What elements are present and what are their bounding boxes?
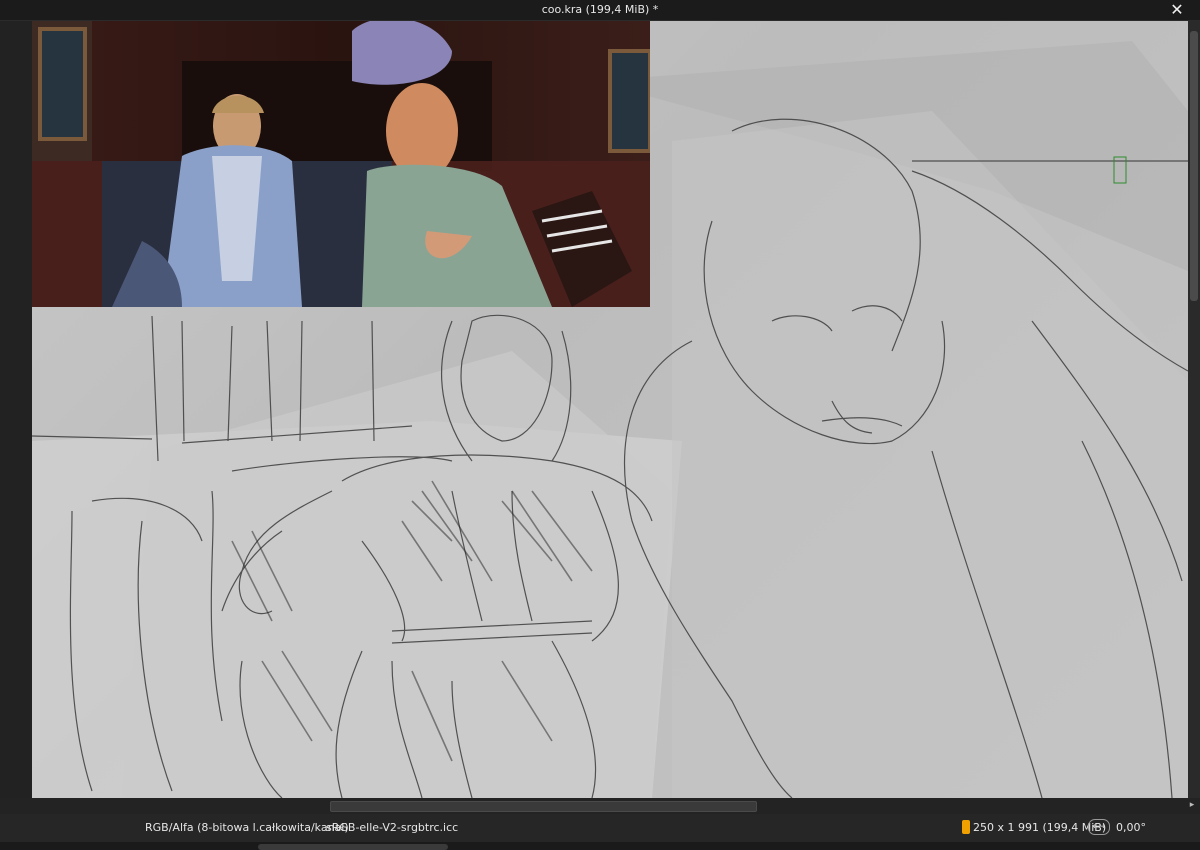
vertical-scroll-thumb[interactable] <box>1190 31 1198 301</box>
canvas-rotation[interactable]: ⟷ 0,00° <box>1088 819 1146 835</box>
left-gutter <box>0 21 32 798</box>
close-button[interactable]: ✕ <box>1168 1 1186 19</box>
color-profile-label: sRGB-elle-V2-srgbtrc.icc <box>326 821 459 834</box>
image-size-label: 250 x 1 991 (199,4 MiB) <box>973 820 1107 834</box>
rotate-icon: ⟷ <box>1088 819 1110 835</box>
scroll-right-icon[interactable]: ▸ <box>1186 798 1198 812</box>
bottom-strip <box>0 842 1200 850</box>
taskbar-pill <box>258 844 448 850</box>
title-bar: coo.kra (199,4 MiB) * ✕ <box>0 0 1200 21</box>
memory-icon <box>962 820 970 834</box>
reference-scene-icon <box>32 21 650 307</box>
drawing-canvas[interactable] <box>32 21 1188 798</box>
window-title: coo.kra (199,4 MiB) * <box>541 3 659 16</box>
color-model-label: RGB/Alfa (8-bitowa l.całkowita/kanał) <box>145 821 349 834</box>
rotation-value: 0,00° <box>1116 820 1146 834</box>
image-size-info[interactable]: 250 x 1 991 (199,4 MiB) <box>962 819 1106 835</box>
horizontal-scrollbar[interactable]: ▸ <box>0 798 1200 814</box>
vertical-scrollbar[interactable] <box>1188 21 1200 798</box>
horizontal-scroll-thumb[interactable] <box>330 801 757 812</box>
reference-image <box>32 21 650 307</box>
